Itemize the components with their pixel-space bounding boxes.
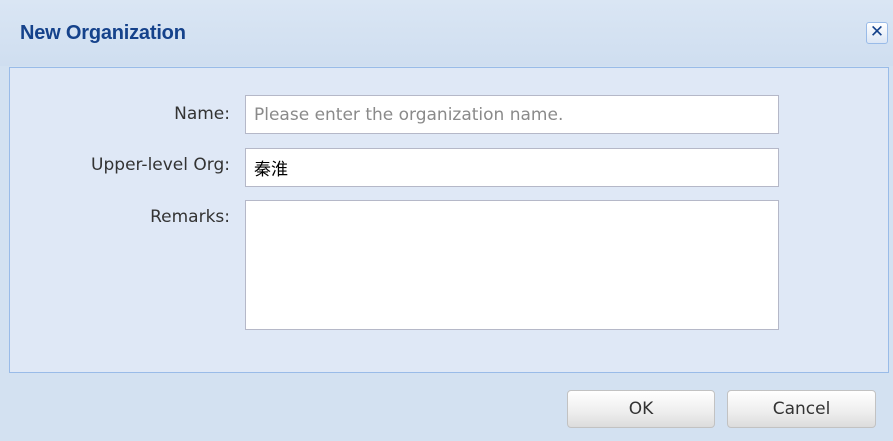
upper-level-org-input[interactable] [245, 148, 779, 187]
close-icon[interactable]: ✕ [866, 22, 888, 44]
remarks-textarea[interactable] [245, 200, 779, 330]
remarks-label: Remarks: [150, 207, 230, 227]
dialog-title-bar[interactable]: New Organization ✕ [0, 0, 893, 66]
ok-button[interactable]: OK [567, 390, 715, 428]
name-input[interactable] [245, 95, 779, 134]
upper-level-org-label: Upper-level Org: [91, 155, 230, 175]
dialog-title: New Organization [20, 22, 186, 44]
cancel-button[interactable]: Cancel [727, 390, 876, 428]
form-panel: Name: Upper-level Org: Remarks: [9, 67, 889, 373]
new-organization-dialog: New Organization ✕ Name: Upper-level Org… [0, 0, 893, 441]
name-label: Name: [174, 104, 230, 124]
